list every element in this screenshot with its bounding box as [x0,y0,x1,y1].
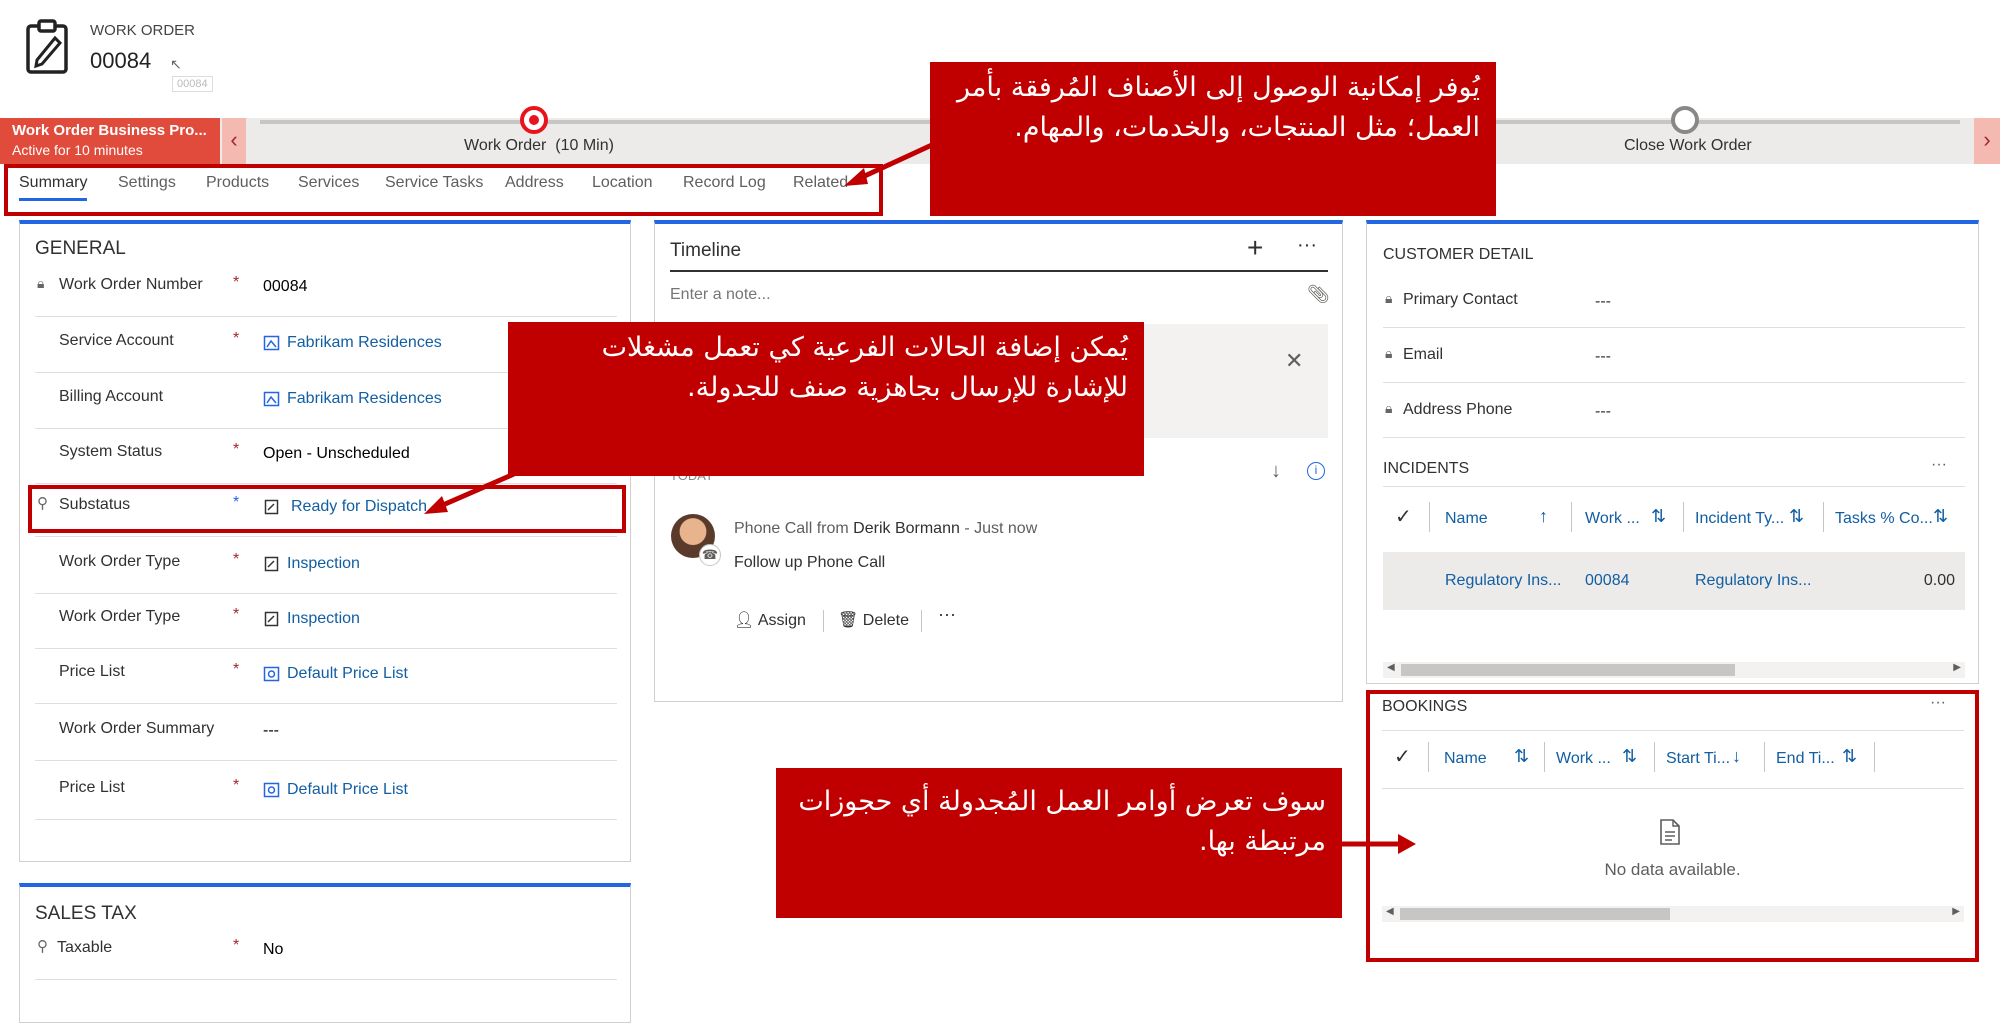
sort-icon[interactable]: ⇅ [1514,746,1529,767]
account-icon [263,391,280,407]
clipboard-icon [264,611,279,627]
document-icon [1660,819,1680,845]
work-order-icon [24,18,72,76]
bpf-process-flag[interactable]: Work Order Business Pro... Active for 10… [0,118,220,164]
callout-bookings: سوف تعرض أوامر العمل المُجدولة أي حجوزات… [776,768,1342,918]
more-icon[interactable]: ··· [1297,234,1317,257]
sales-tax-section: SALES TAX ⚲ Taxable * No [19,883,631,1023]
field-primary-contact[interactable]: 🔒︎ Primary Contact --- [1383,274,1965,328]
sales-tax-title: SALES TAX [35,903,137,924]
field-price-list-1[interactable]: Price List * Default Price List [35,649,617,704]
customer-title: CUSTOMER DETAIL [1383,246,1534,263]
bpf-next-button[interactable]: › [1974,118,2000,164]
assign-icon: 👤︎ [734,612,755,629]
sort-icon[interactable]: ⇅ [1789,506,1804,527]
action-separator [921,610,922,632]
bookings-header-divider [1382,730,1964,731]
incidents-col-tasks[interactable]: Tasks % Co... [1835,510,1933,528]
tooltip: 00084 [172,76,213,92]
bookings-empty-message: No data available. [1604,860,1741,879]
sort-icon[interactable]: ⇅ [1933,506,1948,527]
field-work-order-type-1[interactable]: Work Order Type * Inspection [35,539,617,594]
incidents-more-icon[interactable]: ··· [1931,456,1947,474]
bookings-col-work[interactable]: Work ... [1556,750,1611,768]
tabs-highlight-box [4,164,883,216]
field-work-order-summary[interactable]: Work Order Summary --- [35,706,617,761]
incidents-header-divider [1383,486,1965,487]
note-input[interactable] [670,280,1300,310]
bookings-col-end-time[interactable]: End Ti... [1776,750,1835,768]
activity-header[interactable]: Phone Call from Derik Bormann - Just now [734,520,1037,538]
info-icon[interactable]: i [1307,462,1325,480]
callout-substatus-arrow [424,471,515,514]
field-price-list-2[interactable]: Price List * Default Price List [35,765,617,820]
bookings-title: BOOKINGS [1382,698,1468,715]
timeline-divider [670,270,1328,272]
field-work-order-type-2[interactable]: Work Order Type * Inspection [35,594,617,649]
price-list-icon [263,782,280,798]
lock-icon: 🔒︎ [1385,400,1393,416]
sort-asc-icon[interactable]: ↑ [1539,506,1548,527]
account-icon [263,335,280,351]
callout-tabs: يُوفر إمكانية الوصول إلى الأصناف المُرفق… [930,62,1496,216]
sort-icon[interactable]: ⇅ [1622,746,1637,767]
callout-bookings-arrow [1340,834,1416,854]
bpf-stage-close-work-order[interactable]: Close Work Order [1624,137,1752,155]
sort-desc-icon[interactable]: ↓ [1732,746,1741,767]
bpf-stage-close-marker[interactable] [1671,106,1699,134]
incidents-scrollbar[interactable]: ◀ ▶ [1383,662,1965,678]
bpf-stage-work-order[interactable]: Work Order (10 Min) [464,137,614,155]
bpf-process-name: Work Order Business Pro... [12,122,207,139]
bookings-scrollbar[interactable]: ◀ ▶ [1382,906,1964,922]
activity-subject[interactable]: Follow up Phone Call [734,554,885,572]
callout-tabs-arrow [844,141,936,186]
lock-icon: 🔒︎ [1385,345,1393,361]
field-address-phone[interactable]: 🔒︎ Address Phone --- [1383,384,1965,438]
timeline-title: Timeline [670,240,742,261]
customer-detail-section: CUSTOMER DETAIL 🔒︎ Primary Contact --- 🔒… [1366,220,1979,684]
phone-call-icon: ☎︎ [699,544,721,566]
clipboard-icon [264,556,279,572]
record-number: 00084 [90,48,152,73]
bookings-col-name[interactable]: Name [1444,750,1487,768]
sort-icon[interactable]: ⇅ [1651,506,1666,527]
trash-icon: 🗑︎ [838,612,859,629]
table-row[interactable]: Regulatory Ins... 00084 Regulatory Ins..… [1383,552,1965,610]
incidents-col-name[interactable]: Name [1445,510,1488,528]
mouse-cursor-icon: ↖ [170,56,182,72]
callout-substatus: يُمكن إضافة الحالات الفرعية كي تعمل مشغل… [508,322,1144,476]
general-section: GENERAL 🔒︎ Work Order Number * 00084 Serv… [19,220,631,862]
field-work-order-number[interactable]: 🔒︎ Work Order Number * 00084 [35,262,617,317]
bookings-more-icon[interactable]: ··· [1930,694,1946,712]
add-icon[interactable]: + [1247,232,1263,264]
incidents-col-incident-type[interactable]: Incident Ty... [1695,510,1784,528]
bpf-stage-active-marker[interactable] [520,106,548,134]
general-title: GENERAL [35,238,126,259]
bookings-header-bottom [1382,788,1964,789]
field-email[interactable]: 🔒︎ Email --- [1383,329,1965,383]
action-separator [823,610,824,632]
attachment-icon[interactable]: 📎︎ [1307,284,1330,305]
search-icon: ⚲ [37,938,48,955]
lock-icon: 🔒︎ [37,275,45,291]
assign-button[interactable]: 👤︎ Assign [734,610,806,630]
sort-icon[interactable]: ⇅ [1842,746,1857,767]
select-all-check-icon[interactable]: ✓ [1395,504,1412,529]
price-list-icon [263,666,280,682]
close-icon[interactable]: ✕ [1285,348,1303,374]
sort-down-icon[interactable]: ↓ [1271,460,1281,483]
lock-icon: 🔒︎ [1385,290,1393,306]
delete-button[interactable]: 🗑︎ Delete [838,610,909,630]
bookings-col-start-time[interactable]: Start Ti... [1666,750,1730,768]
bpf-prev-button[interactable]: ‹ [222,118,246,164]
bookings-section: BOOKINGS ··· ✓ Name ⇅ Work ... ⇅ Start T… [1366,690,1979,962]
entity-label: WORK ORDER [90,22,195,39]
select-all-check-icon[interactable]: ✓ [1394,744,1411,769]
bpf-active-for: Active for 10 minutes [12,142,143,158]
field-taxable[interactable]: ⚲ Taxable * No [35,925,617,980]
incidents-title: INCIDENTS [1383,460,1470,477]
substatus-highlight-box [28,485,626,533]
incidents-col-work[interactable]: Work ... [1585,510,1640,528]
activity-more-icon[interactable]: ··· [938,604,956,625]
